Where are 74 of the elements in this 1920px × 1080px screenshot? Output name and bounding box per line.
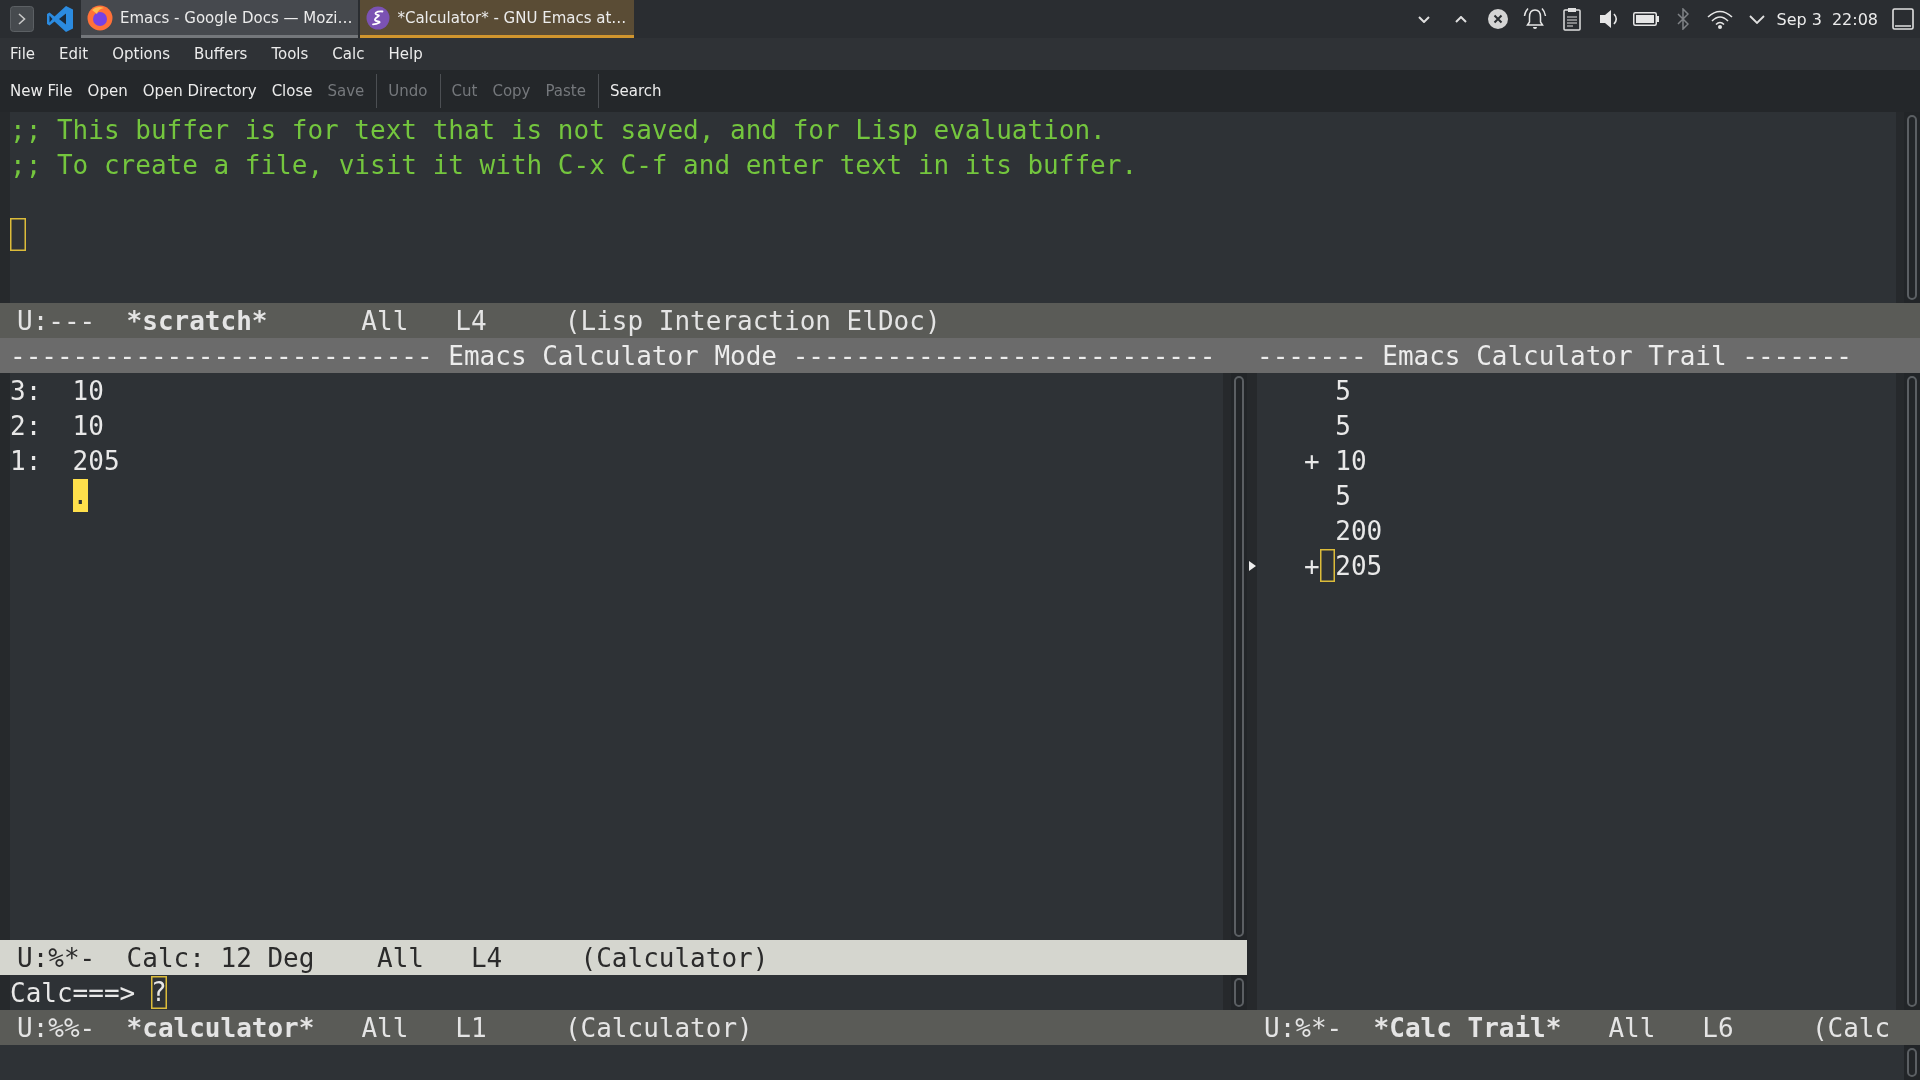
- buffer-name: *Calc Trail*: [1373, 1012, 1562, 1043]
- wifi-icon[interactable]: [1707, 9, 1734, 29]
- trail-value: 5: [1335, 410, 1351, 441]
- prompt-pane[interactable]: Calc===> ?: [0, 975, 1231, 1010]
- trail-operator: +: [1303, 445, 1320, 476]
- chevron-down-icon[interactable]: [1418, 15, 1431, 23]
- buffer-position: All: [377, 942, 424, 973]
- buffer-status: U:%*-: [1264, 1012, 1343, 1043]
- menu-item[interactable]: Buffers: [188, 45, 254, 63]
- editor-icon: [366, 5, 391, 30]
- editor-pane[interactable]: ;; This buffer is for text that is not saved, and for Lisp evaluation. ;; To create a file, visit it with C-x C-f and enter text in its buffer.: [0, 112, 1904, 303]
- calc-stack-pane[interactable]: 3: 10 2: 10 1: 205 .: [0, 373, 1231, 940]
- terminal-icon[interactable]: [10, 6, 34, 32]
- input-cursor: ?: [150, 976, 167, 1009]
- stack-value: 205: [72, 445, 120, 476]
- task-button[interactable]: Emacs - Google Docs — Mozi…: [81, 0, 359, 38]
- code-editor-icon[interactable]: [46, 5, 74, 33]
- line-number: L6: [1702, 1012, 1734, 1043]
- buffer-status: U:%%-: [17, 1012, 96, 1043]
- stack-value: 10: [72, 410, 104, 441]
- toolbar-button[interactable]: Search: [603, 79, 668, 103]
- bluetooth-icon[interactable]: [1677, 8, 1690, 30]
- toolbar-button[interactable]: New File: [4, 79, 79, 103]
- menu-item[interactable]: Tools: [265, 45, 315, 63]
- text-cursor: .: [72, 479, 89, 512]
- menu-item[interactable]: Edit: [53, 45, 95, 63]
- buffer-name: *scratch*: [126, 305, 269, 336]
- prompt-text: Calc===>: [10, 977, 136, 1008]
- x-circle-icon[interactable]: [1488, 9, 1509, 29]
- line-number: L4: [455, 305, 487, 336]
- buffer-position: All: [1608, 1012, 1656, 1043]
- toolbar-button[interactable]: Close: [265, 79, 319, 103]
- buffer-status: U:---: [17, 305, 96, 336]
- task-button[interactable]: *Calculator* - GNU Emacs at…: [360, 0, 635, 38]
- toolbar-button[interactable]: Open Directory: [136, 79, 263, 103]
- trail-value: 5: [1335, 375, 1351, 406]
- trail-value: 205: [1335, 550, 1383, 581]
- stack-value: 10: [72, 375, 104, 406]
- trail-value: 5: [1335, 480, 1351, 511]
- major-mode: (Calc: [1811, 1012, 1891, 1043]
- menu-item[interactable]: Calc: [326, 45, 371, 63]
- speaker-icon[interactable]: [1599, 8, 1620, 30]
- line-number: L1: [455, 1012, 487, 1043]
- stack-index: 3:: [10, 375, 43, 406]
- clock-time[interactable]: 22:08: [1831, 9, 1878, 29]
- menu-item[interactable]: File: [4, 45, 42, 63]
- stack-index: 1:: [10, 445, 43, 476]
- trail-value: 10: [1335, 445, 1367, 476]
- buffer-status: U:%*-: [17, 942, 96, 973]
- major-mode: (Calculator): [580, 942, 769, 973]
- buffer-name: Calc: 12 Deg: [126, 942, 316, 973]
- buffer-position: All: [361, 305, 409, 336]
- menu-item[interactable]: Help: [382, 45, 429, 63]
- major-mode: (Calculator): [564, 1012, 753, 1043]
- menu-item[interactable]: Options: [106, 45, 177, 63]
- trail-operator: +: [1303, 550, 1320, 581]
- battery-icon[interactable]: [1633, 12, 1660, 26]
- buffer-name: *calculator*: [126, 1012, 315, 1043]
- bell-icon[interactable]: [1523, 7, 1548, 31]
- stack-index: 2:: [10, 410, 43, 441]
- clock-date[interactable]: Sep 3: [1776, 9, 1822, 29]
- chevron-up-icon[interactable]: [1455, 15, 1468, 23]
- line-number: L4: [470, 942, 503, 973]
- major-mode: (Lisp Interaction ElDoc): [564, 305, 941, 336]
- chevron-down-icon[interactable]: [1749, 14, 1766, 24]
- buffer-position: All: [361, 1012, 409, 1043]
- toolbar-button[interactable]: Open: [81, 79, 134, 103]
- clipboard-icon[interactable]: [1563, 7, 1582, 31]
- browser-icon: [87, 4, 113, 31]
- trail-value: 200: [1335, 515, 1383, 546]
- trail-pane[interactable]: 5 5 + 10 5 200 + 205: [1247, 373, 1904, 1010]
- comment-line: ;; This buffer is for text that is not saved, and for Lisp evaluation.: [10, 114, 1106, 145]
- comment-line: ;; To create a file, visit it with C-x C-f and enter text in its buffer.: [10, 149, 1138, 180]
- square-icon[interactable]: [1892, 8, 1914, 30]
